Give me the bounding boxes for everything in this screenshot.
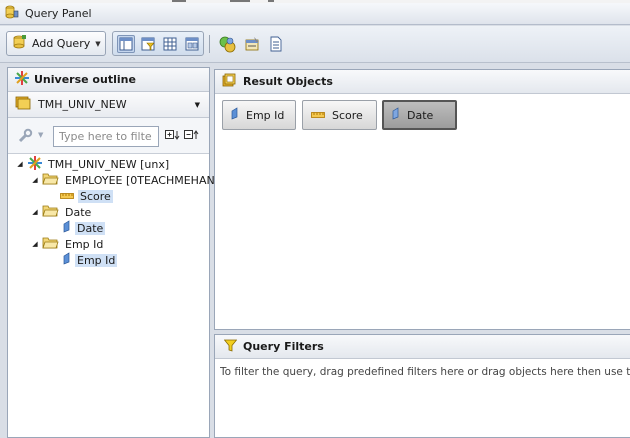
universe-folder-icon (15, 96, 31, 113)
tree-node-dimension[interactable]: Date (63, 220, 106, 236)
dimension-icon (231, 107, 239, 123)
title-bar: Query Panel (0, 3, 630, 25)
expand-arrow-icon[interactable]: ◢ (30, 208, 40, 216)
search-row: ▼ (8, 118, 209, 154)
expand-arrow-icon[interactable]: ◢ (15, 160, 25, 168)
tree-node-label: TMH_UNIV_NEW [unx] (48, 157, 170, 171)
measure-icon (311, 109, 325, 122)
result-object-emp-id[interactable]: Emp Id (222, 100, 296, 130)
add-query-icon (13, 34, 27, 53)
filter-view-button[interactable] (139, 35, 157, 53)
tree-node-label: Date (65, 205, 92, 219)
tree-node-folder[interactable]: ◢ Date (30, 204, 93, 220)
universe-outline-panel: Universe outline TMH_UNIV_NEW ▼ ▼ Type h… (7, 67, 227, 438)
document-icon (270, 36, 282, 52)
layout-view-button[interactable] (117, 34, 135, 53)
universe-icon (15, 71, 29, 88)
refresh-button[interactable] (217, 34, 237, 54)
chevron-down-icon: ▼ (95, 39, 101, 48)
result-object-score[interactable]: Score (302, 100, 377, 130)
add-query-label: Add Query (32, 37, 91, 50)
result-objects-icon (222, 73, 236, 90)
table-view-icon (163, 37, 177, 50)
result-objects-header: Result Objects (215, 70, 630, 94)
universe-outline-title: Universe outline (34, 73, 136, 86)
refresh-icon (219, 36, 235, 52)
funnel-icon (223, 339, 238, 355)
universe-select[interactable]: TMH_UNIV_NEW ▼ (8, 92, 209, 118)
folder-icon (42, 204, 59, 220)
universe-outline-header: Universe outline (8, 68, 209, 92)
result-object-label: Emp Id (246, 108, 285, 122)
properties-button[interactable] (242, 34, 262, 54)
layout-icon (119, 37, 133, 50)
result-object-label: Date (407, 108, 434, 122)
window-title: Query Panel (25, 7, 92, 20)
folder-icon (42, 236, 59, 252)
properties-icon (245, 36, 259, 50)
tree-node-folder[interactable]: ◢ Emp Id (30, 236, 105, 252)
tree-node-label: Score (78, 189, 113, 203)
view-button-group (112, 31, 204, 56)
selected-universe: TMH_UNIV_NEW (38, 98, 127, 111)
document-button[interactable] (266, 34, 286, 54)
tree-node-label: Emp Id (65, 237, 104, 251)
toolbar: Add Query ▼ (0, 26, 630, 63)
result-objects-title: Result Objects (243, 75, 333, 88)
chevron-down-icon: ▼ (194, 101, 200, 109)
query-filters-title: Query Filters (243, 340, 324, 353)
query-panel-icon (5, 5, 19, 22)
query-filters-hint: To filter the query, drag predefined fil… (220, 366, 630, 378)
query-filters-panel[interactable]: Query Filters To filter the query, drag … (214, 334, 630, 438)
query-filters-header: Query Filters (215, 335, 630, 359)
tree-node-label: EMPLOYEE [0TEACHMEHANA] (65, 173, 227, 187)
expand-arrow-icon[interactable]: ◢ (30, 240, 40, 248)
wrench-icon[interactable] (17, 128, 33, 147)
add-query-button[interactable]: Add Query ▼ (6, 31, 106, 56)
dimension-icon (63, 220, 71, 236)
result-object-date[interactable]: Date (382, 100, 457, 130)
dimension-icon (63, 252, 71, 268)
chevron-down-icon[interactable]: ▼ (38, 131, 43, 139)
tree-node-dimension[interactable]: Emp Id (63, 252, 118, 268)
result-object-label: Score (332, 108, 363, 122)
tree-node-label: Date (75, 221, 106, 235)
table-view-button[interactable] (161, 35, 179, 53)
search-input[interactable] (53, 126, 159, 147)
toolbar-divider (209, 35, 210, 53)
expand-all-icon[interactable] (165, 129, 181, 144)
grid-view-icon (185, 37, 199, 50)
expand-arrow-icon[interactable]: ◢ (30, 176, 40, 184)
tree-node-measure[interactable]: Score (60, 188, 113, 204)
grid-view-button[interactable] (183, 35, 201, 53)
dimension-icon (392, 107, 400, 123)
tree-node-label: Emp Id (75, 253, 118, 267)
collapse-all-icon[interactable] (184, 129, 200, 144)
universe-icon (28, 155, 42, 173)
tree-node-folder[interactable]: ◢ EMPLOYEE [0TEACHMEHANA] (30, 172, 229, 188)
filter-view-icon (141, 37, 155, 50)
universe-tree: ◢ TMH_UNIV_NEW [unx] ◢ EMPLOYEE [0TEACHM… (8, 154, 227, 437)
result-objects-panel[interactable]: Result Objects Emp Id Score Date (214, 69, 630, 330)
folder-icon (42, 172, 59, 188)
measure-icon (60, 190, 74, 203)
tree-node-universe[interactable]: ◢ TMH_UNIV_NEW [unx] (15, 155, 171, 173)
